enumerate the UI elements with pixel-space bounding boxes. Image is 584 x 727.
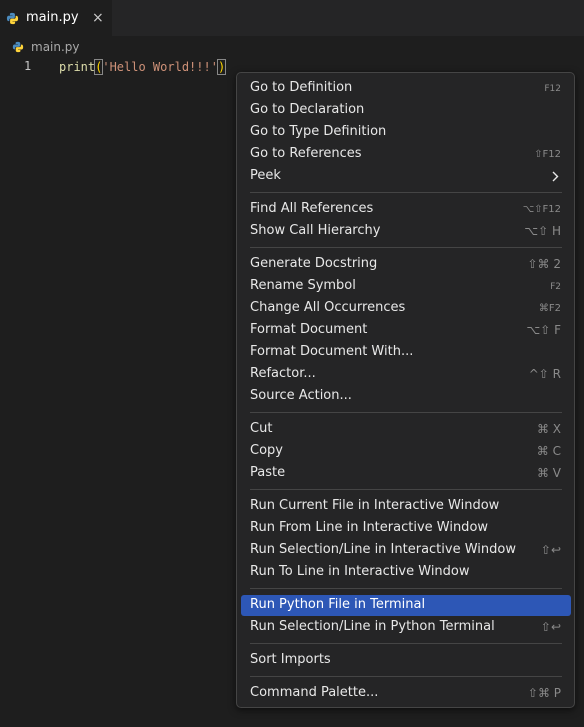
menu-separator — [250, 676, 562, 677]
menu-item-command-palette[interactable]: Command Palette... ⇧⌘ P — [241, 683, 571, 704]
tab-main-py[interactable]: main.py × — [0, 0, 112, 36]
menu-item-shortcut: ⇧F12 — [534, 149, 561, 160]
python-file-icon — [12, 41, 24, 53]
menu-item-label: Run Python File in Terminal — [250, 597, 426, 612]
menu-item-label: Refactor... — [250, 366, 316, 381]
menu-item-label: Sort Imports — [250, 652, 331, 667]
menu-item-run-selection-python-terminal[interactable]: Run Selection/Line in Python Terminal ⇧↩ — [241, 617, 571, 638]
menu-separator — [250, 412, 562, 413]
menu-item-show-call-hierarchy[interactable]: Show Call Hierarchy ⌥⇧ H — [241, 221, 571, 242]
menu-item-generate-docstring[interactable]: Generate Docstring ⇧⌘ 2 — [241, 254, 571, 275]
menu-separator — [250, 588, 562, 589]
tab-label: main.py — [26, 10, 79, 25]
menu-separator — [250, 192, 562, 193]
menu-item-change-all-occurrences[interactable]: Change All Occurrences ⌘F2 — [241, 298, 571, 319]
menu-item-shortcut: ⇧↩ — [540, 620, 561, 634]
menu-separator — [250, 247, 562, 248]
menu-item-shortcut: ⌥⇧F12 — [522, 204, 561, 215]
menu-item-label: Run From Line in Interactive Window — [250, 520, 489, 535]
token-function: print — [59, 60, 96, 74]
tab-bar: main.py × — [0, 0, 584, 36]
chevron-right-icon — [552, 171, 559, 182]
menu-item-shortcut: ^⇧ R — [528, 367, 561, 381]
line-number: 1 — [24, 59, 32, 73]
menu-item-shortcut: ⌘ X — [536, 422, 561, 436]
menu-item-shortcut: ⌥⇧ H — [524, 224, 561, 238]
menu-item-find-all-references[interactable]: Find All References ⌥⇧F12 — [241, 199, 571, 220]
menu-item-sort-imports[interactable]: Sort Imports — [241, 650, 571, 671]
close-icon[interactable]: × — [92, 10, 104, 26]
menu-item-format-document-with[interactable]: Format Document With... — [241, 342, 571, 363]
menu-item-paste[interactable]: Paste ⌘ V — [241, 463, 571, 484]
menu-item-run-current-file-interactive[interactable]: Run Current File in Interactive Window — [241, 496, 571, 517]
menu-item-go-to-type-definition[interactable]: Go to Type Definition — [241, 122, 571, 143]
menu-separator — [250, 643, 562, 644]
menu-item-source-action[interactable]: Source Action... — [241, 386, 571, 407]
menu-item-run-from-line-interactive[interactable]: Run From Line in Interactive Window — [241, 518, 571, 539]
menu-item-run-selection-interactive[interactable]: Run Selection/Line in Interactive Window… — [241, 540, 571, 561]
menu-item-label: Go to Definition — [250, 80, 353, 95]
menu-item-label: Run Selection/Line in Python Terminal — [250, 619, 495, 634]
menu-item-run-python-file-in-terminal[interactable]: Run Python File in Terminal — [241, 595, 571, 616]
token-string: 'Hello World!!!' — [102, 60, 218, 74]
menu-item-go-to-references[interactable]: Go to References ⇧F12 — [241, 144, 571, 165]
menu-item-label: Peek — [250, 168, 281, 183]
menu-item-go-to-declaration[interactable]: Go to Declaration — [241, 100, 571, 121]
token-paren-close: ) — [216, 59, 227, 75]
code-line[interactable]: print('Hello World!!!') — [59, 59, 227, 75]
menu-item-label: Find All References — [250, 201, 374, 216]
menu-separator — [250, 489, 562, 490]
menu-item-shortcut: ⌥⇧ F — [526, 323, 561, 337]
menu-item-copy[interactable]: Copy ⌘ C — [241, 441, 571, 462]
menu-item-shortcut: ⇧⌘ P — [527, 686, 561, 700]
menu-item-go-to-definition[interactable]: Go to Definition F12 — [241, 78, 571, 99]
menu-item-label: Change All Occurrences — [250, 300, 406, 315]
menu-item-shortcut: F2 — [550, 282, 561, 292]
menu-item-cut[interactable]: Cut ⌘ X — [241, 419, 571, 440]
menu-item-shortcut: ⇧↩ — [540, 543, 561, 557]
menu-item-label: Run Selection/Line in Interactive Window — [250, 542, 516, 557]
menu-item-label: Rename Symbol — [250, 278, 356, 293]
python-file-icon — [6, 12, 19, 25]
menu-item-run-to-line-interactive[interactable]: Run To Line in Interactive Window — [241, 562, 571, 583]
menu-item-format-document[interactable]: Format Document ⌥⇧ F — [241, 320, 571, 341]
menu-item-shortcut: ⌘ C — [536, 444, 561, 458]
menu-item-shortcut: ⌘ V — [536, 466, 561, 480]
menu-item-label: Go to Type Definition — [250, 124, 387, 139]
context-menu: Go to Definition F12 Go to Declaration G… — [236, 72, 575, 708]
menu-item-shortcut: ⇧⌘ 2 — [527, 257, 561, 271]
menu-item-label: Run To Line in Interactive Window — [250, 564, 470, 579]
menu-item-label: Copy — [250, 443, 283, 458]
menu-item-shortcut: ⌘F2 — [538, 303, 561, 314]
menu-item-rename-symbol[interactable]: Rename Symbol F2 — [241, 276, 571, 297]
menu-item-label: Cut — [250, 421, 273, 436]
menu-item-label: Show Call Hierarchy — [250, 223, 381, 238]
menu-item-label: Go to References — [250, 146, 362, 161]
menu-item-shortcut: F12 — [544, 84, 561, 94]
menu-item-label: Go to Declaration — [250, 102, 365, 117]
menu-item-label: Paste — [250, 465, 286, 480]
menu-item-label: Format Document — [250, 322, 368, 337]
menu-item-label: Run Current File in Interactive Window — [250, 498, 500, 513]
breadcrumb: main.py — [0, 36, 584, 58]
menu-item-label: Source Action... — [250, 388, 352, 403]
menu-item-label: Format Document With... — [250, 344, 414, 359]
menu-item-label: Generate Docstring — [250, 256, 378, 271]
menu-item-label: Command Palette... — [250, 685, 379, 700]
menu-item-refactor[interactable]: Refactor... ^⇧ R — [241, 364, 571, 385]
breadcrumb-file[interactable]: main.py — [31, 40, 80, 54]
menu-item-peek[interactable]: Peek — [241, 166, 571, 187]
